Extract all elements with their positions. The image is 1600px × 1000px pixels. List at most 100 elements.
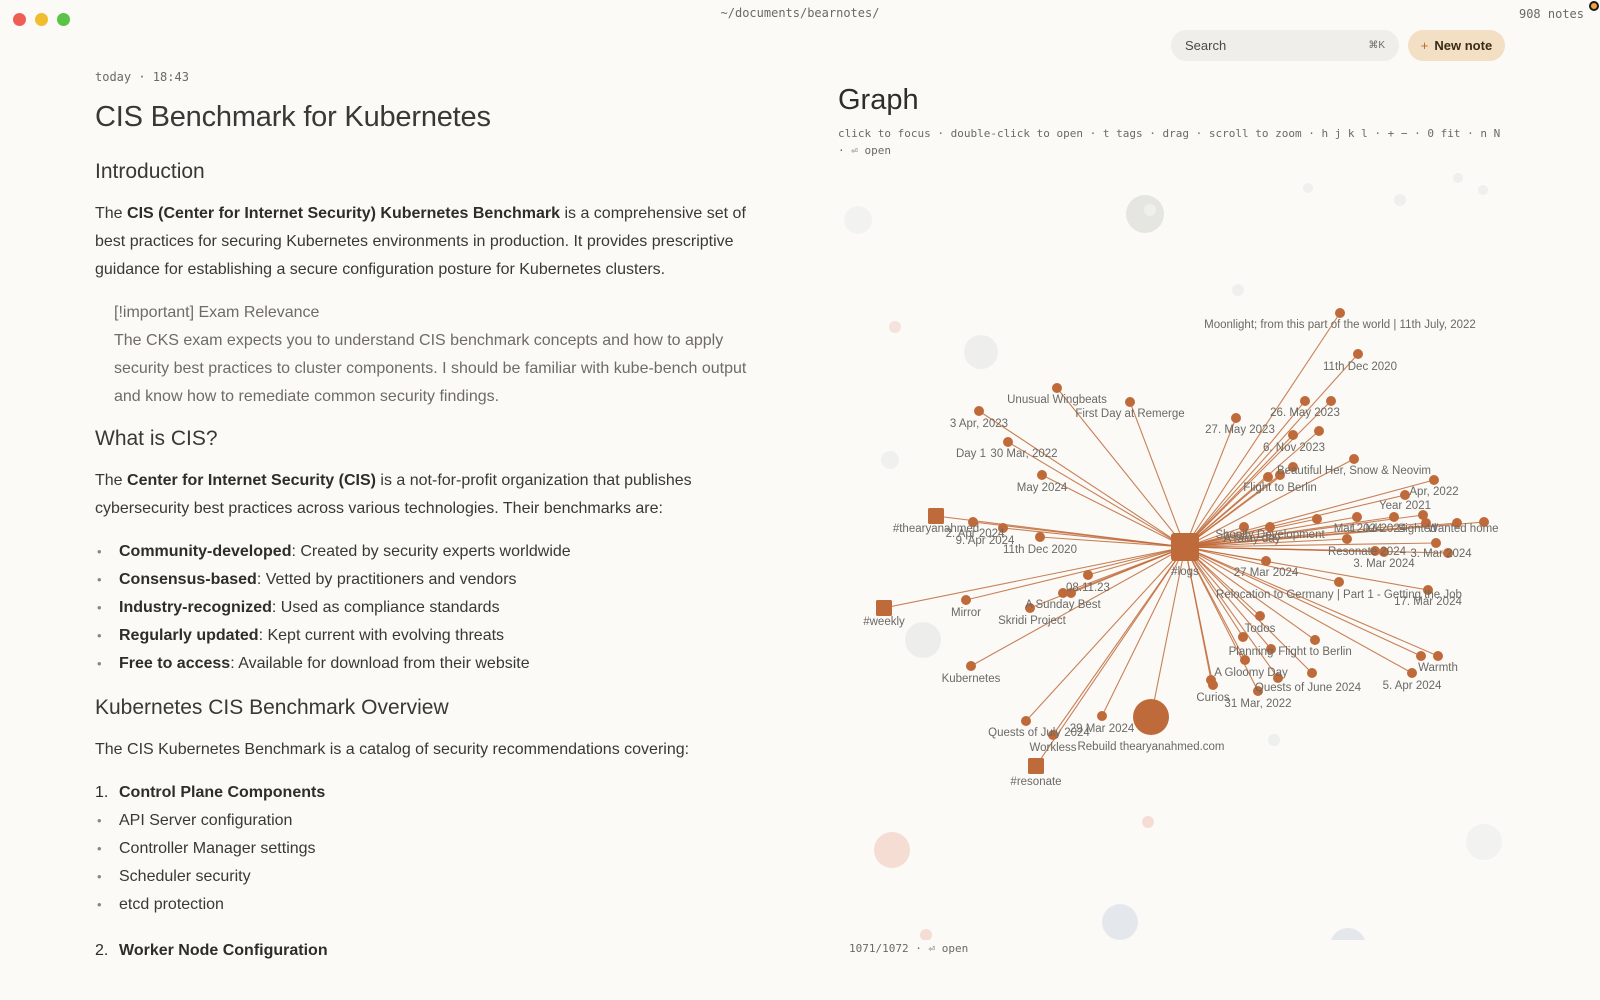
background-node — [881, 451, 899, 469]
search-shortcut: ⌘K — [1368, 40, 1385, 51]
what-paragraph: The Center for Internet Security (CIS) i… — [95, 467, 755, 523]
graph-node — [974, 406, 984, 416]
graph-node-label: 3 Apr, 2023 — [950, 418, 1008, 430]
graph-node-label: Kubernetes — [942, 673, 1001, 685]
overview-paragraph: The CIS Kubernetes Benchmark is a catalo… — [95, 741, 690, 758]
list-item-text: : Used as compliance standards — [271, 599, 500, 616]
note-editor[interactable]: today · 18:43 CIS Benchmark for Kubernet… — [95, 66, 755, 965]
callout-block: [!important] Exam Relevance The CKS exam… — [95, 299, 755, 411]
graph-node — [966, 661, 976, 671]
graph-node — [1342, 534, 1352, 544]
feature-list: Community-developed: Created by security… — [95, 538, 755, 678]
ordered-item-title: Worker Node Configuration — [119, 942, 328, 959]
graph-node-label: May 2024 — [1017, 482, 1068, 494]
status-dot-icon — [1589, 1, 1599, 11]
graph-node-label: Flight to Berlin — [1278, 646, 1352, 658]
graph-node — [1133, 699, 1169, 735]
ordered-item-number: 2. — [95, 942, 109, 959]
graph-node-label: 3. Mar 2024 — [1410, 548, 1472, 560]
background-node — [1453, 173, 1463, 183]
background-node — [905, 622, 941, 658]
window-titlebar: ~/documents/bearnotes/ 908 notes — [0, 0, 1600, 30]
list-item: Controller Manager settings — [95, 835, 755, 863]
graph-node — [1231, 413, 1241, 423]
graph-node — [1288, 430, 1298, 440]
plus-icon: + — [1420, 38, 1429, 53]
window-path: ~/documents/bearnotes/ — [720, 6, 880, 20]
ordered-item-1: 1. Control Plane Components — [95, 779, 755, 807]
heading-introduction: Introduction — [95, 160, 205, 183]
list-item: Regularly updated: Kept current with evo… — [95, 622, 755, 650]
list-item-bold: Consensus-based — [119, 571, 257, 588]
list-item: Scheduler security — [95, 863, 755, 891]
graph-node — [1352, 512, 1362, 522]
graph-node — [1021, 716, 1031, 726]
what-bold: Center for Internet Security (CIS) — [127, 472, 376, 489]
graph-node-label: 17. Mar 2024 — [1394, 596, 1462, 608]
list-item: Consensus-based: Vetted by practitioners… — [95, 566, 755, 594]
graph-node-label: 27 Mar 2024 — [1234, 567, 1299, 579]
graph-canvas[interactable]: #logs Moonlight; from this part of the wo… — [838, 170, 1505, 940]
graph-node — [1125, 397, 1135, 407]
graph-node — [1314, 426, 1324, 436]
callout-title: [!important] Exam Relevance — [114, 304, 320, 321]
graph-node-label: Skridi Project — [998, 615, 1067, 627]
graph-node — [1261, 556, 1271, 566]
list-item-bold: Community-developed — [119, 543, 292, 560]
intro-paragraph: The CIS (Center for Internet Security) K… — [95, 200, 755, 284]
graph-node-label: Planning — [1229, 646, 1274, 658]
graph-node — [1389, 512, 1399, 522]
new-note-button[interactable]: + New note — [1408, 30, 1505, 61]
graph-node-label: 29 Mar 2024 — [1070, 723, 1135, 735]
background-node — [1303, 183, 1313, 193]
list-item: API Server configuration — [95, 807, 755, 835]
graph-node-label: 6. Nov 2023 — [1263, 442, 1325, 454]
background-node — [1394, 194, 1406, 206]
graph-node — [1349, 454, 1359, 464]
graph-node-label: 31 Mar, 2022 — [1224, 698, 1291, 710]
graph-node-label: 3. Mar 2024 — [1353, 558, 1415, 570]
new-note-label: New note — [1434, 38, 1493, 53]
note-title[interactable]: CIS Benchmark for Kubernetes — [95, 101, 755, 134]
graph-node — [1310, 635, 1320, 645]
list-item-bold: Regularly updated — [119, 627, 259, 644]
graph-node — [1312, 514, 1322, 524]
note-count: 908 notes — [1518, 7, 1584, 21]
graph-node-label: A Sunday Best — [1025, 599, 1101, 611]
graph-node-label: Year 2021 — [1379, 500, 1431, 512]
list-item-text: : Created by security experts worldwide — [291, 543, 571, 560]
graph-node-label: Mar 2024 — [1334, 523, 1383, 535]
graph-node-label: Wanted home — [1427, 523, 1498, 535]
search-placeholder: Search — [1185, 38, 1227, 53]
graph-node — [1335, 308, 1345, 318]
background-node — [1232, 284, 1244, 296]
background-node — [844, 206, 872, 234]
graph-hint: click to focus · double-click to open · … — [838, 127, 1501, 157]
search-input[interactable]: Search ⌘K — [1171, 30, 1399, 61]
graph-node-label: A rainy day — [1224, 533, 1281, 545]
graph-node — [1300, 396, 1310, 406]
graph-node-label: Flight to Berlin — [1243, 482, 1317, 494]
graph-title: Graph — [838, 84, 919, 116]
graph-node — [1334, 577, 1344, 587]
graph-node-label: Moonlight; from this part of the world |… — [1204, 319, 1476, 331]
list-item: etcd protection — [95, 891, 755, 919]
background-node — [1466, 824, 1502, 860]
background-node — [964, 335, 998, 369]
graph-node — [1003, 437, 1013, 447]
graph-node-tag — [876, 600, 892, 616]
graph-node-label: Workless — [1029, 742, 1076, 754]
list-item-bold: Free to access — [119, 655, 231, 672]
graph-node — [1208, 680, 1218, 690]
graph-node-label: Resonate 2024 — [1328, 546, 1407, 558]
graph-edge — [1129, 401, 1186, 548]
background-node — [1126, 195, 1164, 233]
graph-node-label: #resonate — [1010, 776, 1061, 788]
graph-node-label: Mirror — [951, 607, 981, 619]
graph-node-label: 11th Dec 2020 — [1003, 544, 1077, 556]
graph-node-label: A Gloomy Day — [1214, 667, 1288, 679]
graph-node-label: Todos — [1245, 623, 1276, 635]
list-item-text: : Kept current with evolving threats — [258, 627, 505, 644]
ordered-item-2: 2. Worker Node Configuration — [95, 937, 755, 965]
heading-overview: Kubernetes CIS Benchmark Overview — [95, 696, 449, 719]
